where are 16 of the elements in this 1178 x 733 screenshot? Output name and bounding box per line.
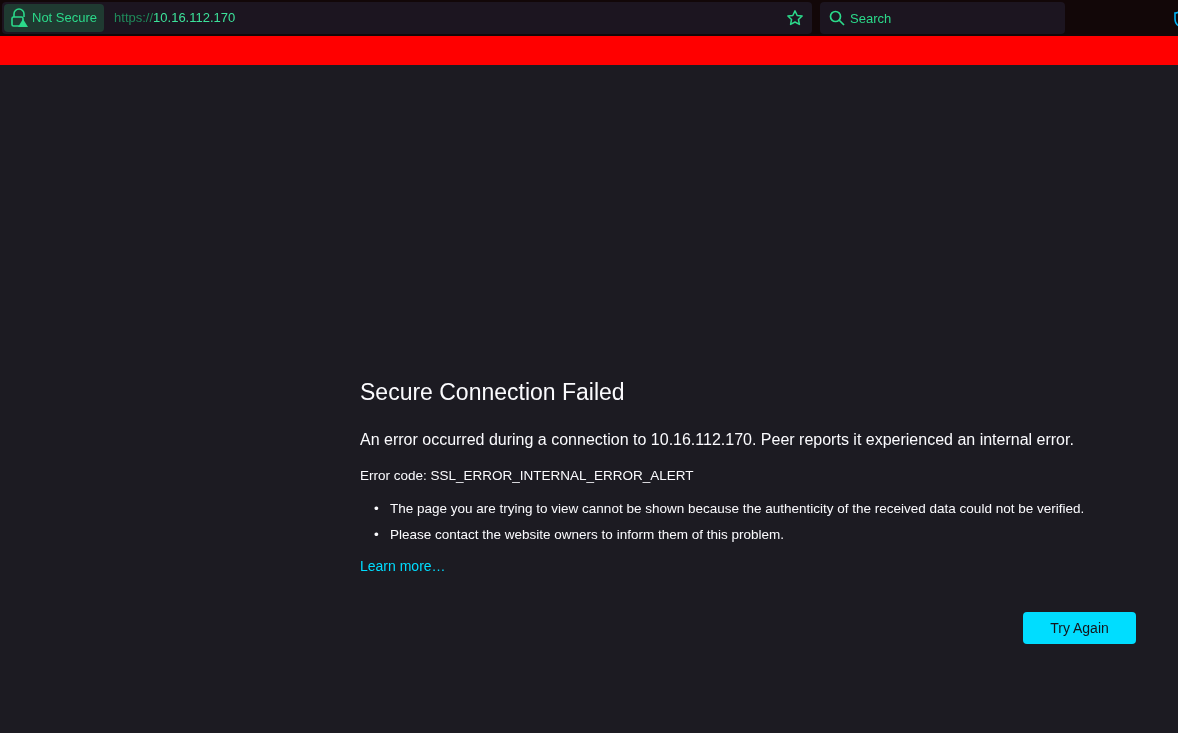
try-again-button[interactable]: Try Again bbox=[1023, 612, 1136, 645]
star-icon[interactable] bbox=[786, 9, 804, 27]
url-scheme: https:// bbox=[114, 9, 154, 28]
bullet-text: Please contact the website owners to inform them of this problem. bbox=[390, 525, 785, 544]
search-field[interactable]: Search bbox=[820, 2, 1065, 34]
lock-warning-icon bbox=[10, 8, 28, 28]
learn-more-link[interactable]: Learn more… bbox=[360, 558, 446, 575]
error-title: Secure Connection Failed bbox=[360, 378, 626, 407]
bullet-icon: • bbox=[374, 525, 390, 545]
bullet-text: The page you are trying to view cannot be shown because the authenticity of the received data could not be verified. bbox=[390, 499, 1086, 518]
error-code: Error code: SSL_ERROR_INTERNAL_ERROR_ALERT bbox=[360, 466, 695, 485]
url-text: 10.16.112.170 bbox=[153, 9, 236, 28]
address-bar[interactable]: Not Secure https://10.16.112.170 bbox=[2, 2, 812, 34]
security-button[interactable]: Not Secure bbox=[4, 4, 105, 32]
bullet-icon: • bbox=[374, 499, 390, 518]
error-message: An error occurred during a connection to 10.16.112.170. Peer reports it experienced an internal error. bbox=[360, 429, 1075, 450]
